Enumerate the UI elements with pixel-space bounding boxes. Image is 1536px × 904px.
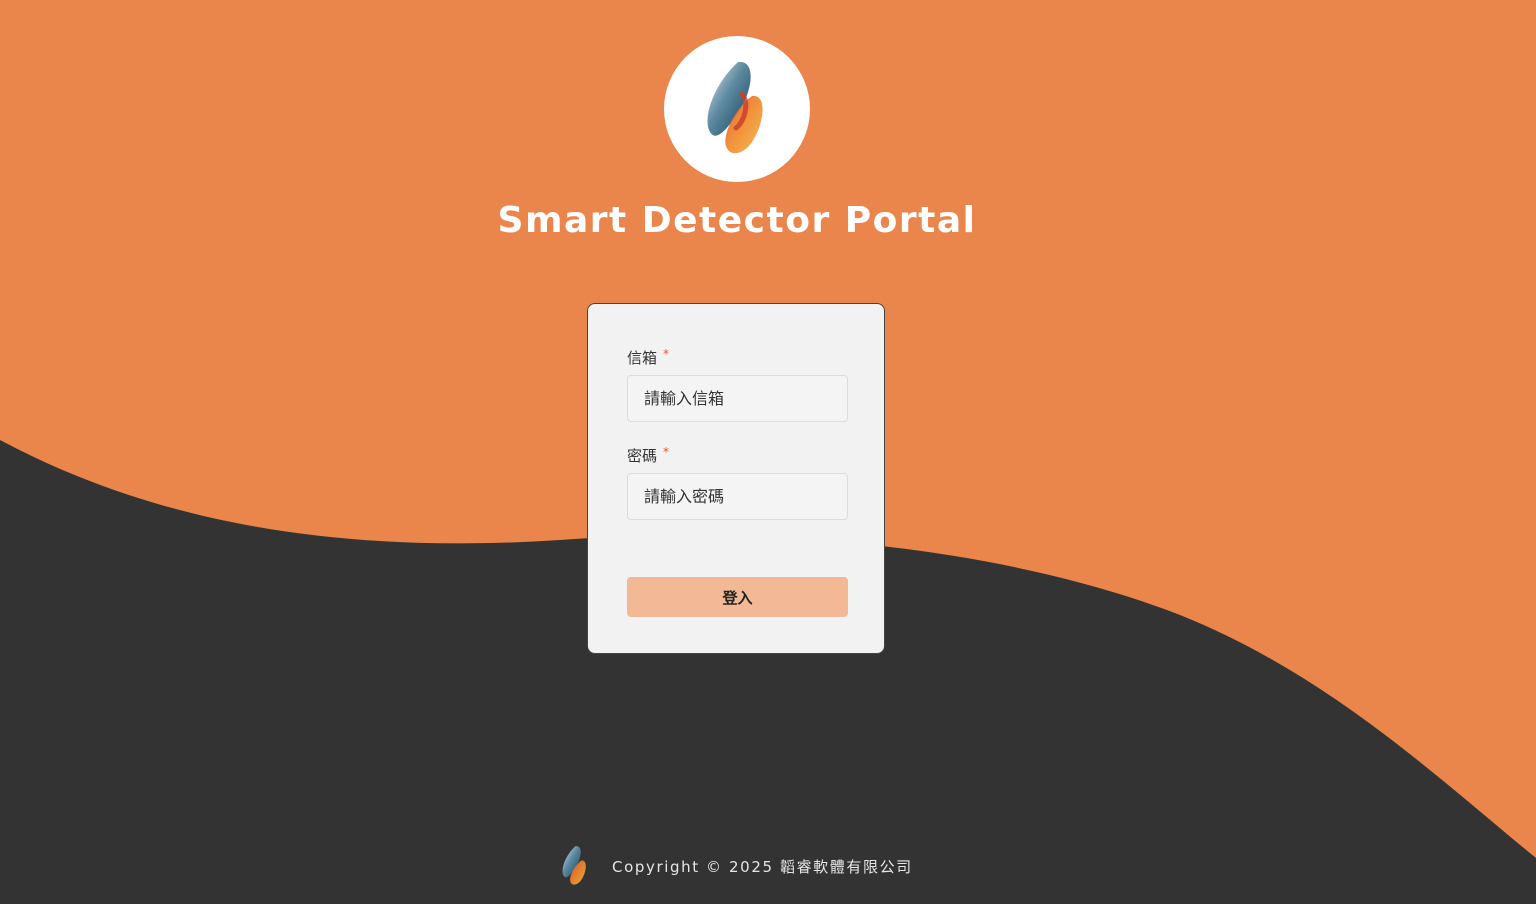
email-field[interactable] [627, 375, 848, 422]
app-logo [664, 36, 810, 182]
footer: Copyright © 2025 韜睿軟體有限公司 [556, 840, 913, 892]
page-title: Smart Detector Portal [497, 200, 977, 241]
copyright-text: Copyright © 2025 韜睿軟體有限公司 [612, 857, 913, 876]
password-label-text: 密碼 [627, 447, 658, 465]
email-label-text: 信箱 [627, 349, 658, 367]
password-field[interactable] [627, 473, 848, 520]
password-label: 密碼 * [627, 445, 669, 466]
dual-leaf-logo-icon [562, 846, 586, 885]
email-required-mark: * [663, 347, 670, 361]
login-button[interactable]: 登入 [627, 577, 848, 617]
dual-leaf-logo-icon [707, 61, 763, 154]
login-form: 信箱 * 密碼 * 登入 [587, 303, 885, 654]
email-label: 信箱 * [627, 347, 669, 368]
password-required-mark: * [663, 445, 670, 459]
login-page: Smart Detector Portal 信箱 * 密碼 * 登入 [0, 0, 1536, 904]
